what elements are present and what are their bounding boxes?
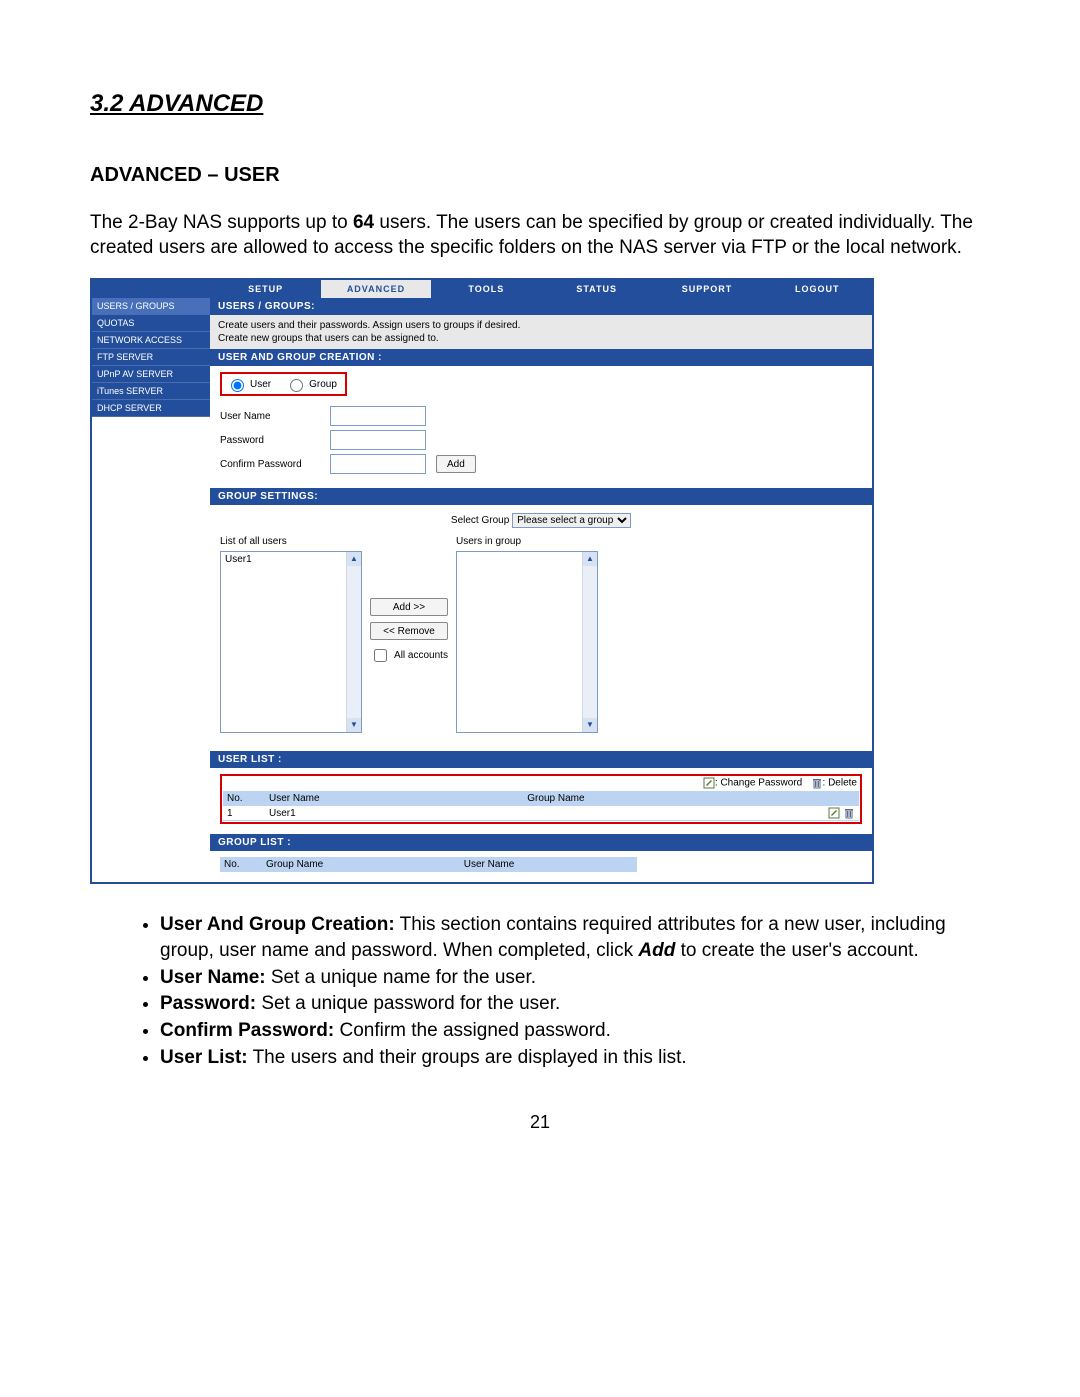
trash-icon[interactable] [843,807,855,819]
scroll-down-icon[interactable]: ▼ [347,718,361,732]
user-list-highlight: : Change Password : Delete No. User Name [220,774,862,824]
sidebar-item-itunes[interactable]: iTunes SERVER [92,383,210,400]
sidebar: USERS / GROUPS QUOTAS NETWORK ACCESS FTP… [92,298,210,882]
panel-heading-users-groups: USERS / GROUPS: [210,298,872,315]
tab-status[interactable]: STATUS [541,280,651,298]
radio-user-label: User [250,379,271,390]
doc-section-title: 3.2 ADVANCED [90,90,990,118]
doc-bullets: User And Group Creation: This section co… [90,912,990,1070]
col-username: User Name [460,857,638,872]
page-number: 21 [90,1112,990,1133]
scroll-up-icon[interactable]: ▲ [583,552,597,566]
table-row: 1 User1 [223,806,859,821]
panel-heading-group-list: GROUP LIST : [210,834,872,851]
select-group-dropdown[interactable]: Please select a group [512,513,631,528]
top-nav: SETUP ADVANCED TOOLS STATUS SUPPORT LOGO… [92,280,872,298]
creation-type-radios: User Group [220,372,347,396]
col-no: No. [220,857,262,872]
col-groupname: Group Name [523,791,811,806]
panel-desc-users-groups: Create users and their passwords. Assign… [210,315,872,349]
radio-group-label: Group [309,379,337,390]
all-users-listbox[interactable]: User1 ▲ ▼ [220,551,362,733]
sidebar-item-quotas[interactable]: QUOTAS [92,315,210,332]
sidebar-item-upnp-av[interactable]: UPnP AV SERVER [92,366,210,383]
panel-heading-group-settings: GROUP SETTINGS: [210,488,872,505]
all-accounts-checkbox[interactable] [374,649,387,662]
nas-admin-screenshot: SETUP ADVANCED TOOLS STATUS SUPPORT LOGO… [90,278,874,884]
tab-setup[interactable]: SETUP [210,280,320,298]
tab-support[interactable]: SUPPORT [651,280,761,298]
logo-spacer [92,280,210,298]
edit-icon [703,777,715,789]
panel-heading-user-list: USER LIST : [210,751,872,768]
sidebar-item-users-groups[interactable]: USERS / GROUPS [92,298,210,315]
legend-change-password: : Change Password [715,778,802,789]
sidebar-item-network-access[interactable]: NETWORK ACCESS [92,332,210,349]
radio-user[interactable]: User [226,376,271,392]
radio-user-input[interactable] [231,379,244,392]
add-to-group-button[interactable]: Add >> [370,598,448,616]
doc-subsection-title: ADVANCED – USER [90,164,990,187]
scroll-up-icon[interactable]: ▲ [347,552,361,566]
user-list-table: No. User Name Group Name 1 User1 [223,791,859,821]
col-username: User Name [265,791,523,806]
all-accounts-label: All accounts [394,650,448,661]
col-no: No. [223,791,265,806]
scroll-down-icon[interactable]: ▼ [583,718,597,732]
tab-tools[interactable]: TOOLS [431,280,541,298]
panel-heading-creation: USER AND GROUP CREATION : [210,349,872,366]
all-users-label: List of all users [220,536,362,547]
users-in-group-listbox[interactable]: ▲ ▼ [456,551,598,733]
label-confirm-password: Confirm Password [220,459,330,470]
tab-advanced[interactable]: ADVANCED [320,280,430,298]
label-password: Password [220,435,330,446]
scrollbar[interactable]: ▲ ▼ [346,552,361,732]
col-groupname: Group Name [262,857,460,872]
group-list-table: No. Group Name User Name [220,857,637,872]
list-item[interactable]: User1 [225,554,342,565]
add-user-button[interactable]: Add [436,455,476,473]
trash-icon [811,777,823,789]
sidebar-item-dhcp[interactable]: DHCP SERVER [92,400,210,417]
select-group-label: Select Group [451,515,509,526]
radio-group-input[interactable] [290,379,303,392]
sidebar-item-ftp-server[interactable]: FTP SERVER [92,349,210,366]
confirm-password-input[interactable] [330,454,426,474]
users-in-group-label: Users in group [456,536,598,547]
label-username: User Name [220,411,330,422]
remove-from-group-button[interactable]: << Remove [370,622,448,640]
password-input[interactable] [330,430,426,450]
tab-logout[interactable]: LOGOUT [762,280,872,298]
scrollbar[interactable]: ▲ ▼ [582,552,597,732]
legend-delete: : Delete [823,778,857,789]
edit-icon[interactable] [828,807,840,819]
username-input[interactable] [330,406,426,426]
doc-intro: The 2-Bay NAS supports up to 64 users. T… [90,211,990,260]
radio-group[interactable]: Group [285,376,337,392]
